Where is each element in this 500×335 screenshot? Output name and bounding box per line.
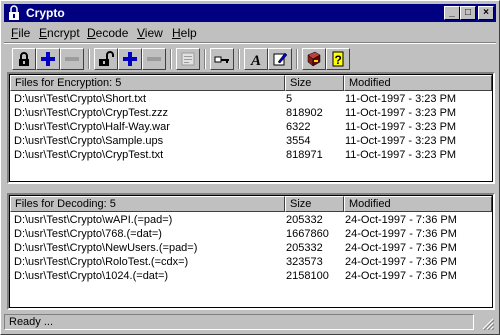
menu-help[interactable]: Help (172, 26, 197, 40)
file-size: 323573 (286, 256, 323, 268)
toolbar-separator (170, 49, 172, 69)
add-icon (41, 52, 55, 66)
file-name: D:\usr\Test\Crypto\Short.txt (14, 93, 147, 105)
svg-text:?: ? (335, 53, 342, 67)
column-header-size[interactable]: Size (285, 196, 344, 212)
add-encrypt-button[interactable] (36, 48, 60, 70)
maximize-button[interactable]: □ (460, 6, 476, 20)
file-name: D:\usr\Test\Crypto\1024.(=dat=) (14, 270, 169, 282)
decoding-file-list[interactable]: Files for Decoding: 5 Size Modified D:\u… (7, 193, 495, 310)
lock-button[interactable] (12, 48, 36, 70)
file-name: D:\usr\Test\Crypto\Half-Way.war (14, 121, 170, 133)
remove-encrypt-button[interactable] (60, 48, 84, 70)
file-modified: 11-Oct-1997 - 3:23 PM (345, 93, 457, 105)
app-window: Crypto _ □ × File Encrypt Decode View He… (0, 0, 500, 335)
padlock-app-icon (9, 5, 19, 20)
menu-bar: File Encrypt Decode View Help (4, 24, 496, 42)
edit-button[interactable] (268, 48, 292, 70)
table-row[interactable]: D:\usr\Test\Crypto\wAPI.(=pad=) 205332 24-… (10, 213, 492, 227)
file-name: D:\usr\Test\Crypto\768.(=dat=) (14, 228, 162, 240)
column-header-name[interactable]: Files for Decoding: 5 (10, 196, 285, 212)
status-text: Ready ... (4, 314, 474, 330)
file-name: D:\usr\Test\Crypto\RoloTest.(=cdx=) (14, 256, 189, 268)
title-bar: Crypto _ □ × (4, 4, 496, 22)
file-modified: 11-Oct-1997 - 3:23 PM (345, 135, 457, 147)
file-size: 3554 (286, 135, 311, 147)
help-button[interactable]: ? (326, 48, 350, 70)
table-row[interactable]: D:\usr\Test\Crypto\NewUsers.(=pad=) 20533… (10, 241, 492, 255)
remove-icon (147, 57, 161, 61)
file-modified: 24-Oct-1997 - 7:36 PM (345, 242, 457, 254)
svg-text:A: A (250, 53, 261, 67)
font-icon: A (250, 53, 261, 67)
table-row[interactable]: D:\usr\Test\Crypto\Short.txt 5 11-Oct-1997… (10, 92, 492, 106)
table-row[interactable]: D:\usr\Test\Crypto\1024.(=dat=) 2158100 24… (10, 269, 492, 283)
status-bar: Ready ... (4, 313, 496, 332)
file-modified: 24-Oct-1997 - 7:36 PM (345, 256, 457, 268)
file-size: 818902 (286, 107, 323, 119)
help-icon: ? (332, 51, 344, 67)
file-modified: 24-Oct-1997 - 7:36 PM (345, 228, 457, 240)
book-button[interactable] (302, 48, 326, 70)
table-row[interactable]: D:\usr\Test\Crypto\RoloTest.(=cdx=) 32357… (10, 255, 492, 269)
file-modified: 11-Oct-1997 - 3:23 PM (345, 149, 457, 161)
column-header-modified[interactable]: Modified (344, 196, 492, 212)
minimize-button[interactable]: _ (444, 6, 460, 20)
toolbar-separator (238, 49, 240, 69)
toolbar-separator (296, 49, 298, 69)
file-name: D:\usr\Test\Crypto\Sample.ups (14, 135, 164, 147)
window-title: Crypto (26, 6, 65, 20)
table-row[interactable]: D:\usr\Test\Crypto\CrypTest.zzz 818902 11-… (10, 106, 492, 120)
remove-icon (65, 57, 79, 61)
file-size: 2158100 (286, 270, 329, 282)
properties-button[interactable] (176, 48, 200, 70)
toolbar-separator (88, 49, 90, 69)
add-decode-button[interactable] (118, 48, 142, 70)
resize-grip-icon[interactable] (482, 318, 494, 330)
file-size: 1667860 (286, 228, 329, 240)
key-icon (214, 56, 229, 63)
decoding-list-header: Files for Decoding: 5 Size Modified (10, 196, 492, 212)
file-modified: 11-Oct-1997 - 3:23 PM (345, 107, 457, 119)
unlock-button[interactable] (94, 48, 118, 70)
book-icon (307, 51, 321, 67)
menu-encrypt[interactable]: Encrypt (39, 26, 80, 40)
table-row[interactable]: D:\usr\Test\Crypto\Half-Way.war 6322 11-Oc… (10, 120, 492, 134)
file-name: D:\usr\Test\Crypto\CrypTest.txt (14, 149, 164, 161)
lock-icon (19, 52, 29, 66)
key-button[interactable] (210, 48, 234, 70)
file-modified: 24-Oct-1997 - 7:36 PM (345, 214, 457, 226)
file-size: 205332 (286, 242, 323, 254)
file-size: 6322 (286, 121, 311, 133)
encryption-file-list[interactable]: Files for Encryption: 5 Size Modified D:… (7, 72, 495, 184)
column-header-name[interactable]: Files for Encryption: 5 (10, 75, 285, 91)
file-name: D:\usr\Test\Crypto\NewUsers.(=pad=) (14, 242, 198, 254)
file-name: D:\usr\Test\Crypto\wAPI.(=pad=) (14, 214, 173, 226)
close-button[interactable]: × (478, 6, 494, 20)
menu-decode[interactable]: Decode (87, 26, 128, 40)
remove-decode-button[interactable] (142, 48, 166, 70)
column-header-size[interactable]: Size (285, 75, 344, 91)
properties-icon (181, 52, 195, 66)
font-button[interactable]: A (244, 48, 268, 70)
table-row[interactable]: D:\usr\Test\Crypto\Sample.ups 3554 11-Oct-… (10, 134, 492, 148)
file-modified: 24-Oct-1997 - 7:36 PM (345, 270, 457, 282)
column-header-modified[interactable]: Modified (344, 75, 492, 91)
table-row[interactable]: D:\usr\Test\Crypto\CrypTest.txt 818971 11-… (10, 148, 492, 162)
toolbar: A ? (4, 42, 496, 73)
file-modified: 11-Oct-1997 - 3:23 PM (345, 121, 457, 133)
encryption-list-header: Files for Encryption: 5 Size Modified (10, 75, 492, 91)
file-size: 818971 (286, 149, 323, 161)
menu-view[interactable]: View (137, 26, 163, 40)
toolbar-separator (204, 49, 206, 69)
file-size: 5 (286, 93, 293, 105)
file-name: D:\usr\Test\Crypto\CrypTest.zzz (14, 107, 169, 119)
menu-file[interactable]: File (11, 26, 30, 40)
table-row[interactable]: D:\usr\Test\Crypto\768.(=dat=) 1667860 24-… (10, 227, 492, 241)
add-icon (123, 52, 137, 66)
unlock-icon (99, 51, 114, 66)
file-size: 205332 (286, 214, 323, 226)
edit-icon (273, 52, 288, 66)
